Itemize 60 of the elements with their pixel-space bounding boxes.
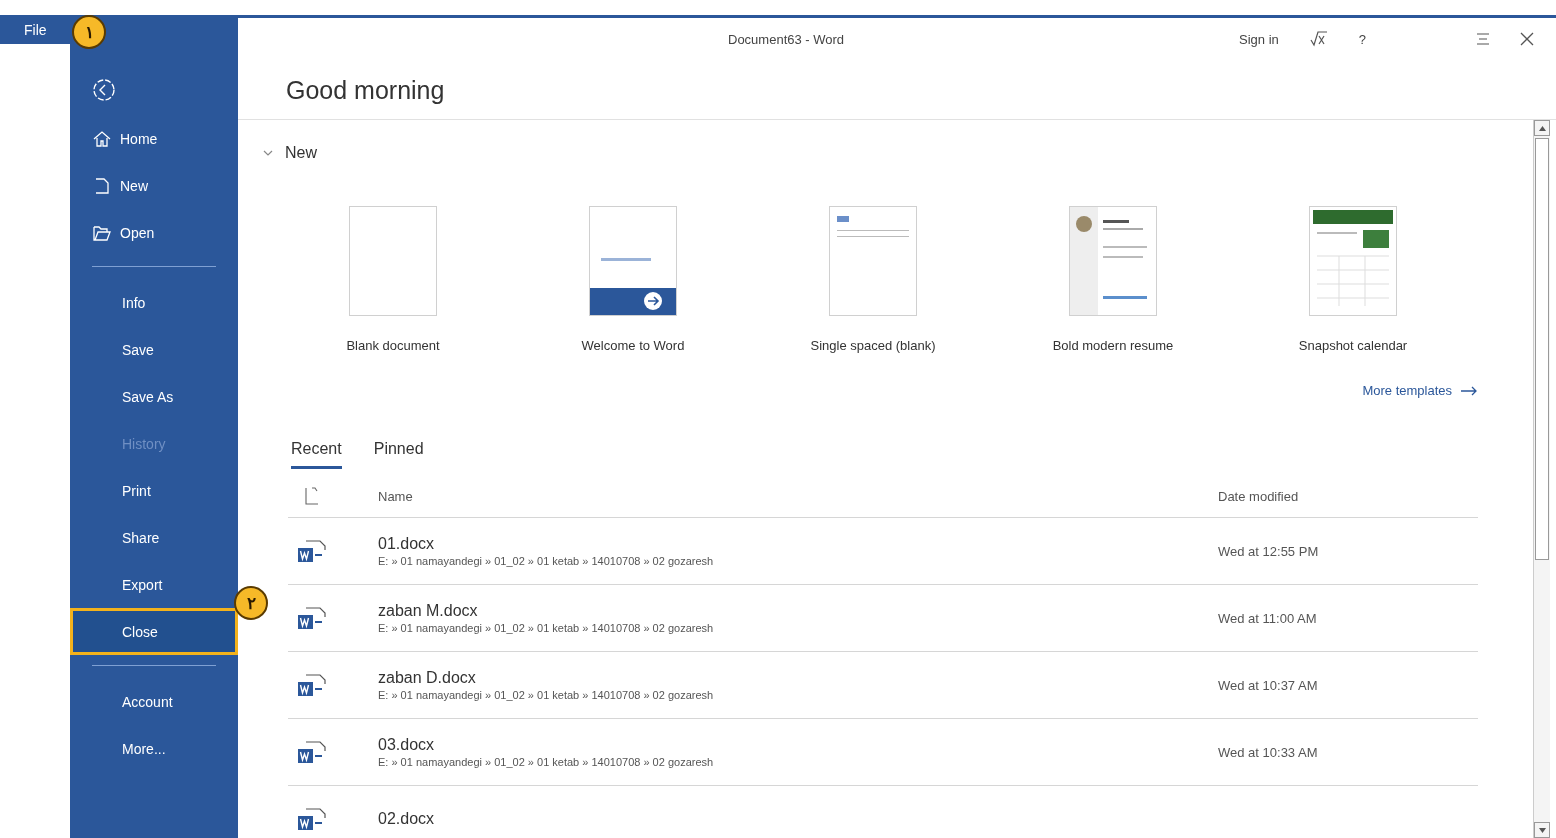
step-callout: ۲ <box>234 586 268 620</box>
template-label[interactable]: Blank document <box>346 338 440 353</box>
file-name[interactable]: zaban M.docx <box>378 602 1218 620</box>
calendar-template-thumbnail[interactable] <box>1309 206 1397 316</box>
date-modified: Wed at 11:00 AM <box>1218 610 1318 626</box>
file-name[interactable]: zaban D.docx <box>378 669 1218 687</box>
sidebar-item[interactable]: Save <box>70 326 238 373</box>
scrollbar[interactable] <box>1533 120 1550 838</box>
help-button[interactable]: ? <box>1358 31 1366 47</box>
sidebar-item[interactable]: Close <box>70 608 238 655</box>
file-list-tab[interactable]: Pinned <box>373 440 424 469</box>
file-path: E: » 01 namayandegi » 01_02 » 01 ketab » 14010708 » 02 gozaresh <box>378 555 715 567</box>
sidebar-item[interactable]: Home <box>70 115 238 162</box>
template-label[interactable]: Snapshot calendar <box>1298 338 1408 353</box>
file-name[interactable]: 03.docx <box>378 736 1218 754</box>
word-document-icon <box>296 671 328 699</box>
date-modified: Wed at 12:55 PM <box>1218 543 1320 559</box>
scroll-up-icon[interactable] <box>1538 125 1546 131</box>
sidebar-item[interactable]: Save As <box>70 373 238 420</box>
template-label[interactable]: Single spaced (blank) <box>810 338 936 353</box>
sidebar-item[interactable]: Open <box>70 209 238 256</box>
word-document-icon <box>296 537 328 565</box>
date-modified: Wed at 10:33 AM <box>1218 744 1319 760</box>
file-path: E: » 01 namayandegi » 01_02 » 01 ketab » 14010708 » 02 gozaresh <box>378 689 715 701</box>
file-path: E: » 01 namayandegi » 01_02 » 01 ketab » 14010708 » 02 gozaresh <box>378 756 715 768</box>
close-icon[interactable] <box>1520 32 1534 46</box>
sidebar-item[interactable]: New <box>70 162 238 209</box>
sidebar-item[interactable]: Info <box>70 279 238 326</box>
file-name[interactable]: 02.docx <box>378 810 1218 828</box>
file-path: E: » 01 namayandegi » 01_02 » 01 ketab » 14010708 » 02 gozaresh <box>378 622 715 634</box>
sidebar-item[interactable]: More... <box>70 725 238 772</box>
folder-icon <box>92 223 112 242</box>
file-list-tab[interactable]: Recent <box>291 440 342 469</box>
word-document-icon <box>296 738 328 766</box>
more-templates-link[interactable]: More templates <box>1362 383 1478 398</box>
column-header[interactable]: Date modified <box>1218 488 1478 504</box>
sidebar-item[interactable]: Account <box>70 678 238 725</box>
template-label[interactable]: Bold modern resume <box>1052 338 1174 353</box>
template-label[interactable]: Welcome to Word <box>581 338 685 353</box>
sidebar-item[interactable]: Share <box>70 514 238 561</box>
file-name[interactable]: 01.docx <box>378 535 1218 553</box>
word-document-icon <box>296 805 328 833</box>
resume-template-thumbnail[interactable] <box>1069 206 1157 316</box>
single-spaced-template-thumbnail[interactable] <box>829 206 917 316</box>
arrow-right-icon <box>1460 385 1478 396</box>
date-modified: Wed at 10:37 AM <box>1218 677 1319 693</box>
word-document-icon <box>296 604 328 632</box>
sign-in-link[interactable]: Sign in <box>1239 31 1279 47</box>
home-icon <box>92 129 112 148</box>
greeting-heading: Good morning <box>238 60 1556 120</box>
collapse-chevron-icon[interactable] <box>263 149 273 157</box>
window-title: Document63 - Word <box>728 31 845 47</box>
sidebar-item[interactable]: Print <box>70 467 238 514</box>
scroll-down-icon[interactable] <box>1538 827 1546 833</box>
welcome-template-thumbnail[interactable] <box>589 206 677 316</box>
file-tab[interactable]: File <box>0 15 70 44</box>
blank-template-thumbnail[interactable] <box>349 206 437 316</box>
file-type-icon <box>304 486 320 506</box>
column-header[interactable]: Name <box>378 488 1218 504</box>
section-title: New <box>285 144 317 162</box>
